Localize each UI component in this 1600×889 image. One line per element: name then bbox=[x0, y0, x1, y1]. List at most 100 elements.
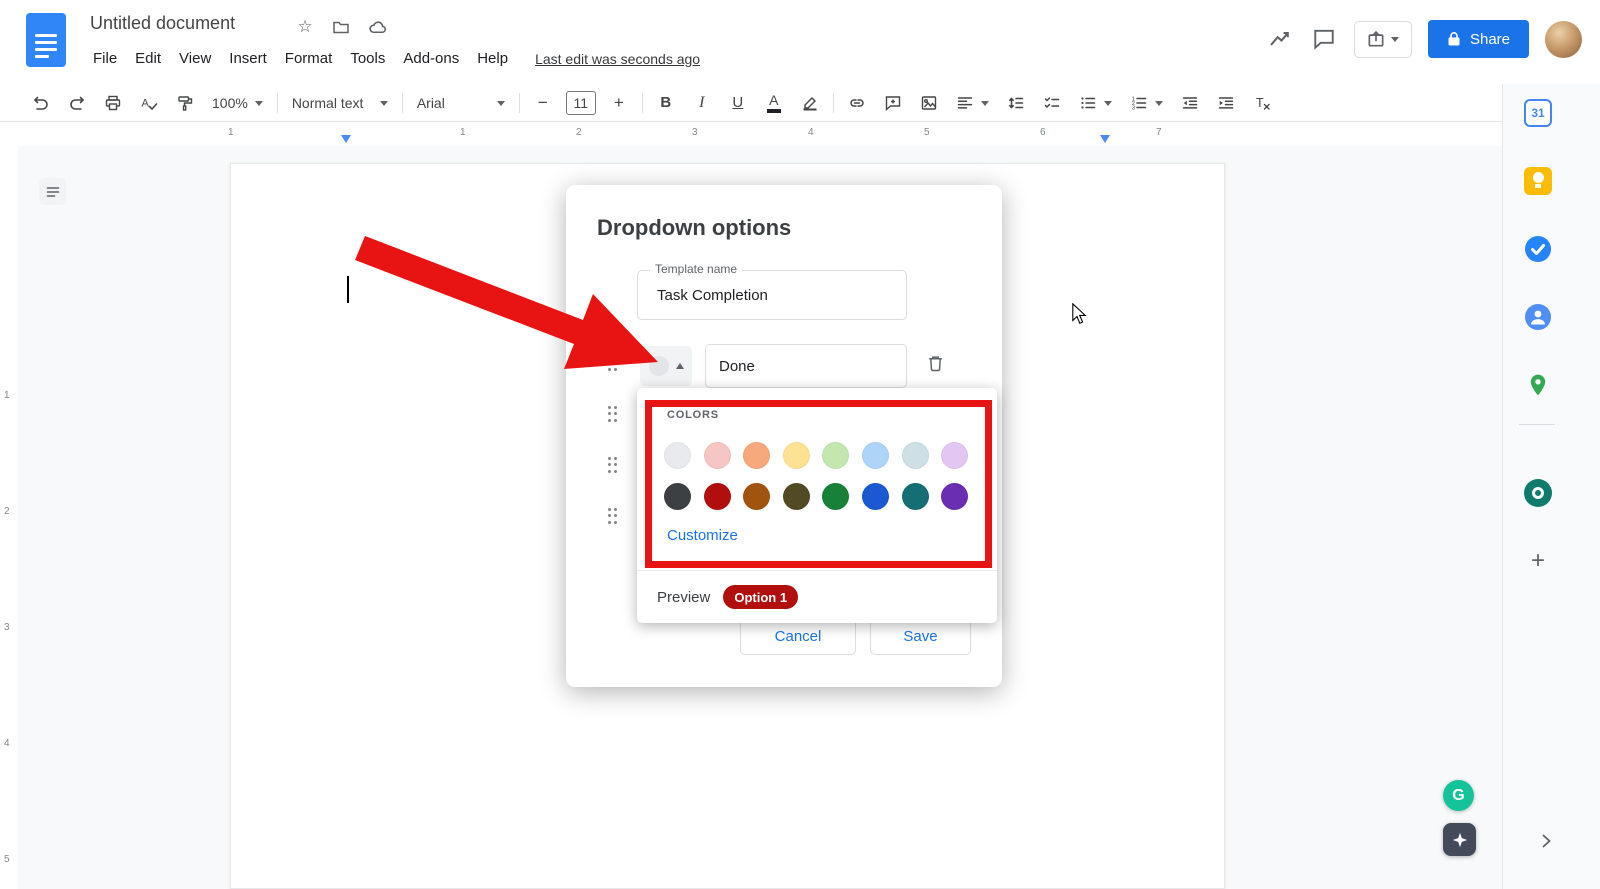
chevron-down-icon bbox=[379, 100, 388, 110]
ruler-number: 1 bbox=[460, 127, 466, 138]
paragraph-style-select[interactable]: Normal text bbox=[288, 95, 392, 111]
trash-icon bbox=[928, 355, 942, 371]
horizontal-ruler[interactable]: 1 1 2 3 4 5 6 7 bbox=[0, 123, 1502, 146]
contacts-icon[interactable] bbox=[1523, 302, 1553, 332]
undo-button[interactable] bbox=[28, 89, 54, 117]
activity-dashboard-icon[interactable] bbox=[1266, 25, 1294, 53]
show-outline-button[interactable] bbox=[39, 178, 66, 205]
color-swatch[interactable] bbox=[782, 482, 810, 510]
drag-handle[interactable] bbox=[606, 506, 619, 526]
color-swatch[interactable] bbox=[861, 442, 889, 469]
decrease-indent-button[interactable] bbox=[1177, 89, 1203, 117]
insert-link-button[interactable] bbox=[844, 89, 870, 117]
bulleted-list-select[interactable] bbox=[1075, 94, 1116, 112]
tasks-icon[interactable] bbox=[1523, 234, 1553, 264]
customize-link[interactable]: Customize bbox=[667, 527, 738, 544]
spellcheck-button[interactable]: A bbox=[136, 89, 162, 117]
menu-view[interactable]: View bbox=[170, 46, 220, 71]
font-size-input[interactable]: 11 bbox=[565, 90, 596, 115]
color-swatch[interactable] bbox=[901, 442, 929, 469]
increase-font-size-button[interactable]: + bbox=[606, 89, 632, 117]
drag-handle[interactable] bbox=[606, 455, 619, 475]
get-addons-button[interactable]: + bbox=[1523, 546, 1553, 576]
align-left-icon bbox=[957, 96, 973, 109]
underline-button[interactable]: U bbox=[725, 89, 751, 117]
text-color-button[interactable]: A bbox=[761, 89, 787, 117]
zoom-value: 100% bbox=[212, 94, 248, 111]
highlight-color-button[interactable] bbox=[797, 89, 823, 117]
side-panel-addon-icon[interactable] bbox=[1523, 478, 1553, 508]
comment-history-icon[interactable] bbox=[1310, 25, 1338, 53]
keep-tile bbox=[1524, 167, 1552, 195]
add-comment-button[interactable] bbox=[880, 89, 906, 117]
option-value-field[interactable]: Done bbox=[705, 344, 907, 388]
menu-tools[interactable]: Tools bbox=[341, 46, 394, 71]
share-button[interactable]: Share bbox=[1427, 20, 1529, 58]
option-color-dropdown-button[interactable] bbox=[640, 346, 692, 386]
color-swatch[interactable] bbox=[664, 442, 691, 469]
drag-handle[interactable] bbox=[606, 404, 619, 424]
calendar-day: 31 bbox=[1531, 106, 1545, 120]
italic-button[interactable]: I bbox=[689, 89, 715, 117]
increase-indent-button[interactable] bbox=[1213, 89, 1239, 117]
menu-format[interactable]: Format bbox=[276, 46, 342, 71]
color-swatch[interactable] bbox=[861, 482, 889, 510]
drag-handle[interactable] bbox=[606, 353, 619, 373]
color-swatch[interactable] bbox=[743, 482, 771, 510]
color-swatch[interactable] bbox=[782, 442, 810, 469]
font-select[interactable]: Arial bbox=[413, 95, 509, 111]
ruler-number: 2 bbox=[4, 506, 10, 517]
save-button[interactable]: Save bbox=[870, 618, 971, 655]
ruler-number: 4 bbox=[808, 127, 814, 138]
chevron-down-icon bbox=[1154, 100, 1163, 110]
clear-formatting-button[interactable]: T bbox=[1249, 89, 1275, 117]
user-avatar[interactable] bbox=[1545, 20, 1582, 58]
bold-button[interactable]: B bbox=[653, 89, 679, 117]
zoom-select[interactable]: 100% bbox=[208, 95, 267, 111]
color-swatch[interactable] bbox=[703, 482, 731, 510]
paint-format-button[interactable] bbox=[172, 89, 198, 117]
template-name-field[interactable]: Template name Task Completion bbox=[637, 262, 907, 320]
menu-edit[interactable]: Edit bbox=[126, 46, 170, 71]
menu-insert[interactable]: Insert bbox=[220, 46, 276, 71]
left-indent-marker[interactable] bbox=[341, 135, 351, 143]
redo-button[interactable] bbox=[64, 89, 90, 117]
color-swatch[interactable] bbox=[901, 482, 929, 510]
document-title[interactable]: Untitled document bbox=[90, 13, 235, 34]
line-spacing-button[interactable] bbox=[1003, 89, 1029, 117]
numbered-list-select[interactable]: 123 bbox=[1126, 94, 1167, 112]
delete-option-button[interactable] bbox=[922, 350, 948, 376]
hide-side-panel-button[interactable] bbox=[1531, 826, 1561, 856]
color-swatch[interactable] bbox=[941, 482, 969, 510]
print-button[interactable] bbox=[100, 89, 126, 117]
color-swatch[interactable] bbox=[822, 482, 850, 510]
decrease-font-size-button[interactable]: − bbox=[530, 89, 556, 117]
grammarly-button[interactable]: G bbox=[1443, 780, 1474, 811]
insert-image-button[interactable] bbox=[916, 89, 942, 117]
menu-help[interactable]: Help bbox=[468, 46, 517, 71]
color-swatch[interactable] bbox=[941, 442, 969, 469]
align-select[interactable] bbox=[952, 94, 993, 112]
move-folder-icon[interactable] bbox=[330, 16, 352, 38]
color-swatch[interactable] bbox=[743, 442, 771, 469]
docs-logo-icon[interactable] bbox=[26, 13, 66, 67]
last-edit-link[interactable]: Last edit was seconds ago bbox=[535, 51, 700, 67]
color-swatch[interactable] bbox=[664, 482, 691, 510]
open-with-button[interactable] bbox=[1353, 20, 1412, 58]
swatch-row-light bbox=[664, 442, 969, 469]
ruler-number: 2 bbox=[576, 127, 582, 138]
color-swatch[interactable] bbox=[822, 442, 850, 469]
calendar-icon[interactable]: 31 bbox=[1523, 98, 1553, 128]
color-swatch[interactable] bbox=[703, 442, 731, 469]
cancel-button[interactable]: Cancel bbox=[740, 618, 856, 655]
menu-addons[interactable]: Add-ons bbox=[394, 46, 468, 71]
keep-icon[interactable] bbox=[1523, 166, 1553, 196]
extension-button[interactable] bbox=[1443, 823, 1476, 856]
right-indent-marker[interactable] bbox=[1100, 135, 1110, 143]
menu-file[interactable]: File bbox=[84, 46, 126, 71]
checklist-button[interactable] bbox=[1039, 89, 1065, 117]
maps-icon[interactable] bbox=[1523, 370, 1553, 400]
star-icon[interactable]: ☆ bbox=[294, 16, 316, 38]
toolbar-separator bbox=[276, 92, 278, 113]
font-value: Arial bbox=[416, 94, 445, 111]
